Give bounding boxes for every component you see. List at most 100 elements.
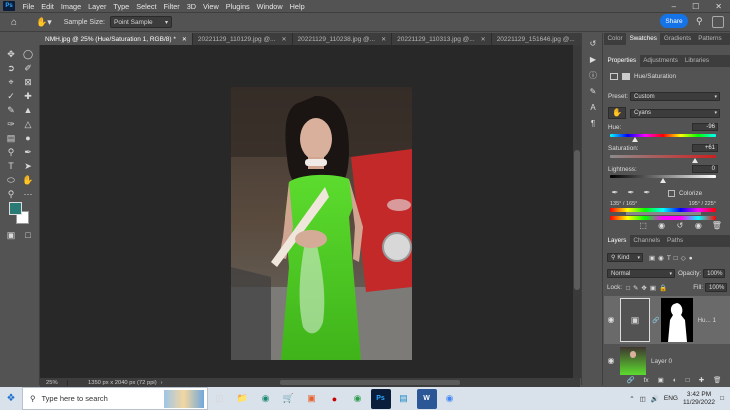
quick-select-tool-icon[interactable]: ✐ xyxy=(21,62,35,74)
delete-layer-icon[interactable]: 🗑 xyxy=(713,376,721,384)
layer-row-hue-saturation[interactable]: ◉ ▣ 🔗 Hu... 1 xyxy=(604,296,730,344)
preset-select[interactable]: Custom ▾ xyxy=(630,92,720,101)
lightness-input[interactable]: 0 xyxy=(692,165,718,173)
menu-filter[interactable]: Filter xyxy=(160,2,183,11)
actions-icon[interactable]: ▶ xyxy=(588,55,598,65)
tab-layers[interactable]: Layers xyxy=(604,235,630,247)
new-group-icon[interactable]: □ xyxy=(686,377,690,384)
color-range-slider[interactable] xyxy=(626,212,701,215)
targeted-adjustment-icon[interactable]: ✋ xyxy=(608,107,626,119)
chevron-right-icon[interactable]: › xyxy=(161,380,163,386)
language-indicator[interactable]: ENG xyxy=(664,395,678,402)
clip-to-layer-icon[interactable]: ⬚ xyxy=(638,221,648,231)
eyedropper-subtract-icon[interactable]: ✒ xyxy=(642,188,652,198)
tab-document-3[interactable]: 20221129_110238.jpg @... ✕ xyxy=(293,33,393,45)
zoom-tool-icon[interactable]: ⚲ xyxy=(4,188,18,200)
volume-icon[interactable]: 🔊 xyxy=(651,395,659,403)
layer-row-layer-0[interactable]: ◉ Layer 0 xyxy=(604,346,730,376)
eraser-tool-icon[interactable]: △ xyxy=(21,118,35,130)
foreground-color-swatch[interactable] xyxy=(9,202,22,215)
home-icon[interactable]: ⌂ xyxy=(6,17,22,28)
task-view-icon[interactable]: ◫ xyxy=(210,389,230,409)
more-tools-icon[interactable]: ⋯ xyxy=(21,188,35,200)
crop-tool-icon[interactable]: ⌖ xyxy=(4,76,18,88)
notes-app-icon[interactable]: ▤ xyxy=(394,389,414,409)
targeted-adjustment-tool-icon[interactable]: ✋▾ xyxy=(36,17,52,28)
visibility-icon[interactable]: ◉ xyxy=(606,356,616,366)
tab-adjustments[interactable]: Adjustments xyxy=(640,55,682,67)
pen-tool-icon[interactable]: ✒ xyxy=(21,146,35,158)
windows-start-icon[interactable]: ❖ xyxy=(0,393,22,404)
blend-mode-select[interactable]: Normal ▾ xyxy=(607,269,675,278)
hue-input[interactable]: -96 xyxy=(692,123,718,131)
close-icon[interactable]: ✕ xyxy=(182,36,187,43)
type-tool-icon[interactable]: T xyxy=(4,160,18,172)
menu-type[interactable]: Type xyxy=(110,2,133,11)
menu-edit[interactable]: Edit xyxy=(38,2,58,11)
menu-3d[interactable]: 3D xyxy=(183,2,199,11)
fill-input[interactable]: 100% xyxy=(705,283,727,292)
menu-window[interactable]: Window xyxy=(253,2,286,11)
workspace-icon[interactable] xyxy=(712,16,724,28)
photoshop-taskbar-icon[interactable]: Ps xyxy=(370,388,391,409)
office-icon[interactable]: ▣ xyxy=(302,389,322,409)
fx-icon[interactable]: fx xyxy=(644,377,649,384)
canvas-horizontal-scrollbar[interactable] xyxy=(280,380,460,385)
path-select-tool-icon[interactable]: ➤ xyxy=(21,160,35,172)
tab-patterns[interactable]: Patterns xyxy=(695,33,725,45)
menu-plugins[interactable]: Plugins xyxy=(222,2,253,11)
lasso-tool-icon[interactable]: ➲ xyxy=(4,62,18,74)
visibility-icon[interactable]: ◉ xyxy=(606,315,616,325)
tab-document-2[interactable]: 20221129_110129.jpg @... ✕ xyxy=(193,33,293,45)
new-layer-icon[interactable]: ✚ xyxy=(699,376,704,384)
notifications-icon[interactable]: □ xyxy=(720,395,724,402)
menu-view[interactable]: View xyxy=(200,2,223,11)
saturation-slider-track[interactable] xyxy=(610,155,716,158)
tab-properties[interactable]: Properties xyxy=(604,55,640,67)
frame-tool-icon[interactable]: ⊠ xyxy=(21,76,35,88)
tab-document-1[interactable]: NMH.jpg @ 25% (Hue/Saturation 1, RGB/8) … xyxy=(40,33,193,45)
screen-mode-icon[interactable]: □ xyxy=(21,229,35,241)
tab-color[interactable]: Color xyxy=(604,33,626,45)
layer-kind-select[interactable]: ⚲ Kind ▾ xyxy=(607,253,643,262)
blur-tool-icon[interactable]: ● xyxy=(21,132,35,144)
lightness-slider-handle[interactable] xyxy=(660,178,666,183)
lock-icons[interactable]: □✎✥▣🔒 xyxy=(626,284,670,292)
menu-select[interactable]: Select xyxy=(133,2,160,11)
clone-stamp-tool-icon[interactable]: ▲ xyxy=(21,104,35,116)
info-icon[interactable]: ⓘ xyxy=(588,71,598,81)
reset-icon[interactable]: ↺ xyxy=(675,221,685,231)
visibility-icon[interactable]: ◉ xyxy=(693,221,703,231)
tab-libraries[interactable]: Libraries xyxy=(681,55,712,67)
store-icon[interactable]: 🛒 xyxy=(279,389,299,409)
history-icon[interactable]: ↺ xyxy=(588,39,598,49)
opacity-input[interactable]: 100% xyxy=(703,269,726,278)
sample-size-select[interactable]: Point Sample ▾ xyxy=(109,16,172,28)
channel-select[interactable]: Cyans ▾ xyxy=(630,108,720,118)
network-icon[interactable]: ◫ xyxy=(640,395,646,403)
tab-channels[interactable]: Channels xyxy=(630,235,664,247)
menu-layer[interactable]: Layer xyxy=(85,2,110,11)
quick-mask-icon[interactable]: ▣ xyxy=(4,229,18,241)
menu-file[interactable]: File xyxy=(19,2,38,11)
chevron-up-icon[interactable]: ⌃ xyxy=(629,395,634,403)
trash-icon[interactable]: 🗑 xyxy=(712,221,722,231)
character-icon[interactable]: A xyxy=(588,103,598,113)
word-icon[interactable]: W xyxy=(416,388,437,409)
close-icon[interactable]: ✕ xyxy=(381,36,386,43)
marquee-tool-icon[interactable]: ◯ xyxy=(21,48,35,60)
link-layers-icon[interactable]: 🔗 xyxy=(627,376,635,384)
scroll-thumb[interactable] xyxy=(574,150,580,290)
hand-tool-icon[interactable]: ✋ xyxy=(21,174,35,186)
tab-gradients[interactable]: Gradients xyxy=(660,33,694,45)
chrome-icon[interactable]: ◉ xyxy=(440,389,460,409)
edge-icon[interactable]: ◉ xyxy=(256,389,276,409)
close-icon[interactable]: ✕ xyxy=(715,2,722,11)
colorize-checkbox[interactable] xyxy=(668,189,675,197)
view-previous-icon[interactable]: ◉ xyxy=(657,221,667,231)
new-adjustment-icon[interactable]: ◐ xyxy=(673,377,677,384)
hue-slider-handle[interactable] xyxy=(631,137,638,142)
eyedropper-add-icon[interactable]: ✒ xyxy=(626,188,636,198)
canvas-vertical-scrollbar[interactable] xyxy=(573,45,581,378)
share-button[interactable]: Share xyxy=(660,14,688,28)
